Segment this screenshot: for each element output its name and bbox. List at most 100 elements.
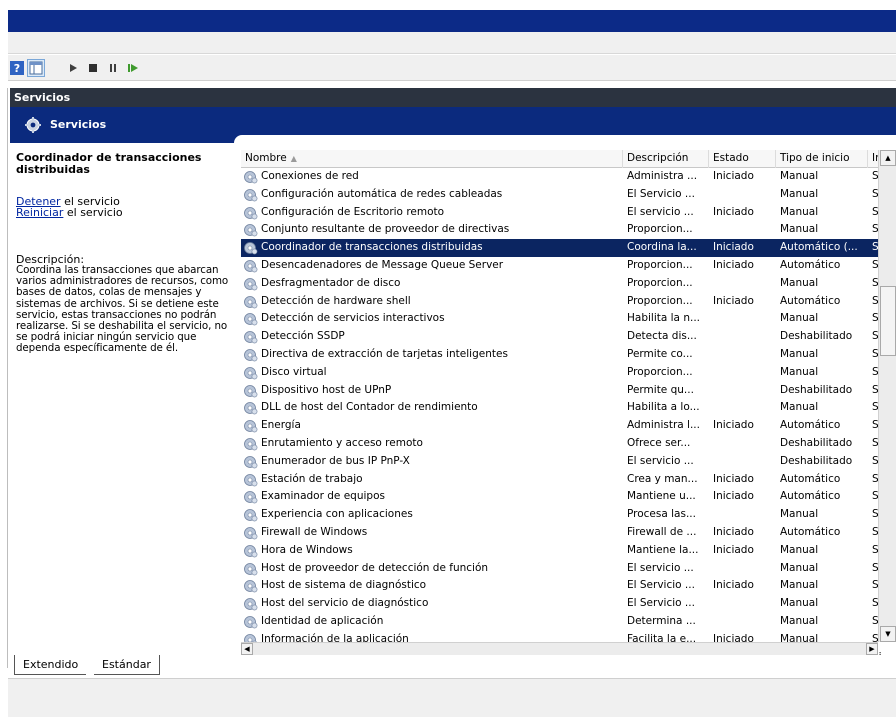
- scroll-thumb[interactable]: [880, 286, 896, 356]
- service-description: Administra l...: [627, 419, 700, 432]
- service-name: DLL de host del Contador de rendimiento: [261, 401, 478, 414]
- scroll-left-icon[interactable]: ◀: [241, 643, 253, 655]
- service-description: El servicio ...: [627, 454, 694, 467]
- service-description: El servicio ...: [627, 205, 694, 218]
- table-row[interactable]: Detección SSDP Detecta dis... Deshabilitad…: [241, 328, 882, 346]
- table-row[interactable]: Host de sistema de diagnóstico El Servici…: [241, 577, 882, 595]
- service-gear-icon: [244, 509, 258, 522]
- table-row[interactable]: Estación de trabajo Crea y man... Iniciado…: [241, 471, 882, 489]
- column-header-description[interactable]: Descripción: [623, 150, 709, 168]
- table-row[interactable]: Enrutamiento y acceso remoto Ofrece ser..…: [241, 435, 882, 453]
- column-header-startup-type[interactable]: Tipo de inicio: [776, 150, 868, 168]
- tab-standard[interactable]: Estándar: [94, 655, 160, 675]
- table-row[interactable]: Detección de hardware shell Proporcion...…: [241, 293, 882, 311]
- service-name: Configuración de Escritorio remoto: [261, 205, 445, 218]
- table-row[interactable]: Identidad de aplicación Determina ... Manu…: [241, 613, 882, 631]
- service-description: Coordina la...: [627, 241, 697, 254]
- panel-title: Servicios: [10, 88, 896, 107]
- start-service-icon[interactable]: [64, 59, 82, 77]
- service-gear-icon: [244, 402, 258, 415]
- column-header-state[interactable]: Estado: [709, 150, 776, 168]
- service-startup-type: Manual: [780, 543, 819, 556]
- service-name: Desfragmentador de disco: [261, 276, 401, 289]
- table-row[interactable]: Energía Administra l... Iniciado Automático…: [241, 417, 882, 435]
- table-row[interactable]: Conjunto resultante de proveedor de dire…: [241, 221, 882, 239]
- service-description: Proporcion...: [627, 223, 693, 236]
- restart-action: Reiniciar el servicio: [16, 207, 238, 218]
- table-row[interactable]: Desencadenadores de Message Queue Server…: [241, 257, 882, 275]
- service-gear-icon: [244, 171, 258, 184]
- help-icon[interactable]: ?: [8, 59, 26, 77]
- sort-ascending-icon: ▲: [290, 154, 297, 163]
- service-name: Identidad de aplicación: [261, 614, 384, 627]
- service-startup-type: Automático: [780, 419, 841, 432]
- table-row[interactable]: Detección de servicios interactivos Habil…: [241, 310, 882, 328]
- table-row[interactable]: Host de proveedor de detección de funció…: [241, 560, 882, 578]
- node-title: Servicios: [50, 118, 107, 131]
- table-row[interactable]: Directiva de extracción de tarjetas inte…: [241, 346, 882, 364]
- table-row[interactable]: Enumerador de bus IP PnP-X El servicio ..…: [241, 453, 882, 471]
- service-name: Dispositivo host de UPnP: [261, 383, 392, 396]
- tab-extended[interactable]: Extendido: [14, 655, 87, 675]
- service-gear-icon: [244, 331, 258, 344]
- table-row[interactable]: Configuración automática de redes cablea…: [241, 186, 882, 204]
- service-state: Iniciado: [713, 170, 754, 182]
- resume-service-icon[interactable]: [124, 59, 142, 77]
- service-gear-icon: [244, 260, 258, 273]
- service-name: Coordinador de transacciones distribuida…: [261, 241, 483, 254]
- service-name: Host de proveedor de detección de funció…: [261, 561, 489, 574]
- column-header-name-label: Nombre: [245, 152, 287, 164]
- service-startup-type: Automático: [780, 490, 841, 503]
- service-gear-icon: [244, 438, 258, 451]
- service-startup-type: Automático (...: [780, 241, 858, 254]
- service-description: Firewall de ...: [627, 525, 697, 538]
- table-row[interactable]: Hora de Windows Mantiene la... Iniciado Man…: [241, 542, 882, 560]
- service-name: Examinador de equipos: [261, 490, 385, 503]
- horizontal-scrollbar[interactable]: ◀ ▶: [241, 642, 878, 655]
- service-gear-icon: [244, 420, 258, 433]
- service-startup-type: Manual: [780, 401, 819, 414]
- service-name: Detección de hardware shell: [261, 294, 411, 307]
- table-row[interactable]: Desfragmentador de disco Proporcion... Man…: [241, 275, 882, 293]
- table-row[interactable]: Firewall de Windows Firewall de ... Inicia…: [241, 524, 882, 542]
- console-tree-edge[interactable]: [0, 88, 8, 668]
- vertical-scrollbar[interactable]: ▲ ▼: [878, 150, 896, 642]
- service-gear-icon: [244, 277, 258, 291]
- service-gear-icon: [244, 562, 258, 575]
- table-row[interactable]: Coordinador de transacciones distribuida…: [241, 239, 882, 257]
- service-description: El Servicio ...: [627, 187, 695, 200]
- table-row[interactable]: Examinador de equipos Mantiene u... Inicia…: [241, 488, 882, 506]
- restart-service-link[interactable]: Reiniciar: [16, 206, 63, 219]
- service-gear-icon: [244, 598, 258, 611]
- scroll-up-icon[interactable]: ▲: [880, 150, 896, 166]
- table-row[interactable]: DLL de host del Contador de rendimiento H…: [241, 399, 882, 417]
- scroll-down-icon[interactable]: ▼: [880, 626, 896, 642]
- service-description: Permite co...: [627, 347, 693, 360]
- column-header-name[interactable]: Nombre ▲: [241, 150, 623, 168]
- scroll-right-icon[interactable]: ▶: [866, 643, 878, 655]
- table-row[interactable]: Conexiones de red Administra ... Iniciado M…: [241, 168, 882, 186]
- table-row[interactable]: Experiencia con aplicaciones Procesa las.…: [241, 506, 882, 524]
- service-startup-type: Automático: [780, 258, 841, 271]
- service-name: Directiva de extracción de tarjetas inte…: [261, 347, 508, 360]
- service-description: Mantiene la...: [627, 543, 699, 556]
- service-gear-icon: [244, 491, 258, 504]
- show-hide-console-tree-icon[interactable]: [27, 59, 45, 77]
- service-gear-icon: [244, 473, 258, 486]
- stop-service-icon[interactable]: [84, 59, 102, 77]
- service-name: Energía: [261, 419, 301, 432]
- service-name: Estación de trabajo: [261, 472, 363, 485]
- pause-service-icon[interactable]: [104, 59, 122, 77]
- service-description: Proporcion...: [627, 294, 693, 307]
- service-gear-icon: [244, 455, 258, 469]
- table-row[interactable]: Dispositivo host de UPnP Permite qu... Des…: [241, 382, 882, 400]
- service-startup-type: Manual: [780, 312, 819, 325]
- table-row[interactable]: Disco virtual Proporcion... Manual Si: [241, 364, 882, 382]
- service-name: Disco virtual: [261, 365, 327, 378]
- service-gear-icon: [244, 384, 258, 397]
- service-gear-icon: [244, 188, 258, 202]
- service-state: Iniciado: [713, 205, 754, 218]
- service-state: Iniciado: [713, 525, 754, 538]
- table-row[interactable]: Configuración de Escritorio remoto El ser…: [241, 204, 882, 222]
- table-row[interactable]: Host del servicio de diagnóstico El Servi…: [241, 595, 882, 613]
